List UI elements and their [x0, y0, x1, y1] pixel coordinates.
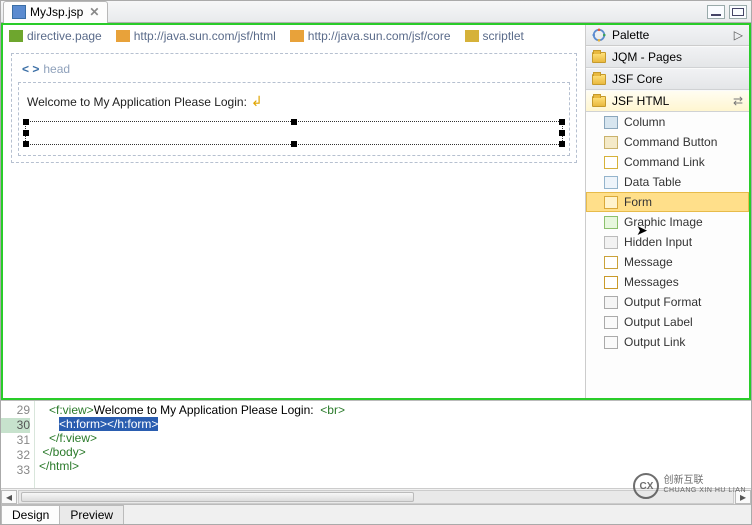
palette-item-messages[interactable]: Messages	[586, 272, 749, 292]
scriptlet-icon	[465, 30, 479, 42]
scroll-left-button[interactable]: ◂	[1, 490, 17, 504]
scroll-thumb[interactable]	[21, 492, 414, 502]
output-format-icon	[604, 296, 618, 309]
chevron-right-icon[interactable]: ▷	[734, 28, 743, 42]
taglib-directive[interactable]: directive.page	[9, 29, 102, 43]
link-icon	[604, 156, 618, 169]
taglib-strip: directive.page http://java.sun.com/jsf/h…	[3, 25, 585, 47]
palette-header[interactable]: Palette ▷	[586, 25, 749, 46]
minimize-button[interactable]	[707, 5, 725, 19]
table-icon	[604, 176, 618, 189]
cursor-caret-icon: ↲	[251, 93, 263, 109]
watermark-logo-icon: CX	[633, 473, 659, 499]
palette-item-output-link[interactable]: Output Link	[586, 332, 749, 352]
folder-icon	[592, 52, 606, 63]
taglib-scriptlet[interactable]: scriptlet	[465, 29, 524, 43]
column-icon	[604, 116, 618, 129]
selected-source[interactable]: <h:form></h:form>	[59, 417, 158, 431]
palette-panel: Palette ▷ JQM - Pages JSF Core JSF HTML⇄…	[585, 25, 749, 398]
palette-items: Column Command Button Command Link Data …	[586, 112, 749, 398]
taglib-icon	[290, 30, 304, 42]
tab-preview[interactable]: Preview	[59, 505, 124, 524]
watermark: CX 创新互联 CHUANG XIN HU LIAN	[633, 473, 746, 499]
design-editor: directive.page http://java.sun.com/jsf/h…	[3, 25, 585, 398]
image-icon	[604, 216, 618, 229]
line-gutter: 29 30 31 32 33	[1, 401, 35, 488]
welcome-text: Welcome to My Application Please Login:↲	[25, 89, 563, 121]
palette-item-data-table[interactable]: Data Table	[586, 172, 749, 192]
palette-group-jsfcore[interactable]: JSF Core	[586, 68, 749, 90]
taglib-html[interactable]: http://java.sun.com/jsf/html	[116, 29, 276, 43]
palette-item-message[interactable]: Message	[586, 252, 749, 272]
button-icon	[604, 136, 618, 149]
form-icon	[604, 196, 618, 209]
palette-icon	[592, 28, 606, 42]
head-region-label: < >head	[22, 62, 570, 76]
chevron-expand-icon: ⇄	[733, 94, 743, 108]
taglib-icon	[116, 30, 130, 42]
tab-design[interactable]: Design	[1, 505, 60, 524]
scroll-track[interactable]	[18, 490, 734, 504]
palette-item-graphic-image[interactable]: Graphic Image	[586, 212, 749, 232]
hidden-input-icon	[604, 236, 618, 249]
taglib-core[interactable]: http://java.sun.com/jsf/core	[290, 29, 451, 43]
hform-placeholder[interactable]	[25, 121, 563, 145]
fview-region[interactable]: Welcome to My Application Please Login:↲	[18, 82, 570, 156]
palette-item-command-link[interactable]: Command Link	[586, 152, 749, 172]
palette-item-command-button[interactable]: Command Button	[586, 132, 749, 152]
palette-item-form[interactable]: Form	[586, 192, 749, 212]
editor-tabbar: MyJsp.jsp ✕	[1, 1, 751, 23]
jsp-file-icon	[12, 5, 26, 19]
output-link-icon	[604, 336, 618, 349]
palette-group-jsfhtml[interactable]: JSF HTML⇄	[586, 90, 749, 112]
palette-group-jqm[interactable]: JQM - Pages	[586, 46, 749, 68]
design-canvas[interactable]: < >head Welcome to My Application Please…	[11, 53, 577, 163]
editor-mode-tabs: Design Preview	[1, 504, 751, 524]
editor-tab-myjsp[interactable]: MyJsp.jsp ✕	[3, 1, 108, 23]
messages-icon	[604, 276, 618, 289]
directive-icon	[9, 30, 23, 42]
chevron-icon: < >	[22, 62, 39, 76]
maximize-button[interactable]	[729, 5, 747, 19]
palette-item-output-label[interactable]: Output Label	[586, 312, 749, 332]
output-label-icon	[604, 316, 618, 329]
folder-icon	[592, 74, 606, 85]
palette-item-hidden-input[interactable]: Hidden Input	[586, 232, 749, 252]
folder-icon	[592, 96, 606, 107]
editor-tab-title: MyJsp.jsp	[30, 5, 83, 19]
palette-title: Palette	[612, 28, 649, 42]
close-icon[interactable]: ✕	[89, 5, 99, 19]
palette-item-column[interactable]: Column	[586, 112, 749, 132]
palette-item-output-format[interactable]: Output Format	[586, 292, 749, 312]
message-icon	[604, 256, 618, 269]
